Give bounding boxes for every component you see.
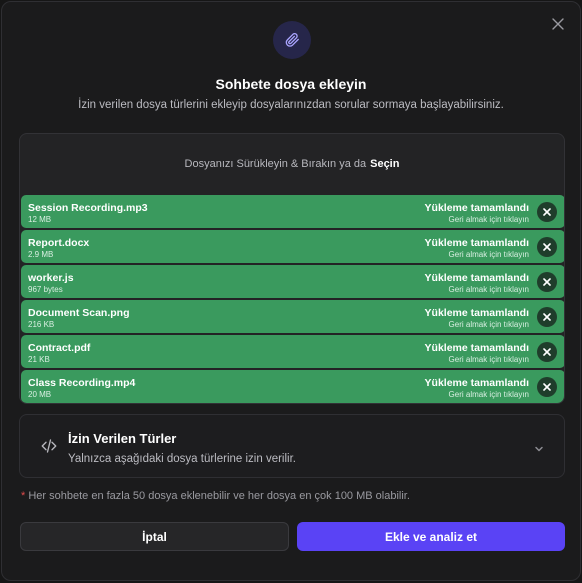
- allowed-types-title: İzin Verilen Türler: [68, 431, 177, 446]
- dialog-title: Sohbete dosya ekleyin: [215, 76, 367, 92]
- remove-file-button[interactable]: [537, 342, 557, 362]
- file-name: Class Recording.mp4: [28, 377, 136, 389]
- required-marker: *: [21, 490, 26, 502]
- allowed-types-description: Yalnızca aşağıdaki dosya türlerine izin …: [68, 453, 296, 465]
- file-list: Session Recording.mp3 12 MB Yükleme tama…: [21, 195, 564, 403]
- file-name: Contract.pdf: [28, 342, 91, 354]
- remove-file-button[interactable]: [537, 237, 557, 257]
- remove-file-button[interactable]: [537, 377, 557, 397]
- undo-link[interactable]: Geri almak için tıklayın: [449, 250, 529, 259]
- undo-link[interactable]: Geri almak için tıklayın: [449, 355, 529, 364]
- limits-note: * Her sohbete en fazla 50 dosya eklenebi…: [21, 490, 410, 502]
- file-row: worker.js 967 bytes Yükleme tamamlandı G…: [21, 265, 564, 298]
- upload-status: Yükleme tamamlandı: [424, 307, 529, 319]
- file-name: Session Recording.mp3: [28, 202, 148, 214]
- add-and-analyze-button[interactable]: Ekle ve analiz et: [297, 522, 565, 551]
- undo-link[interactable]: Geri almak için tıklayın: [449, 215, 529, 224]
- upload-dropzone[interactable]: Dosyanızı Sürükleyin & Bırakın ya da Seç…: [19, 133, 565, 404]
- code-icon: [40, 437, 58, 460]
- upload-status: Yükleme tamamlandı: [424, 237, 529, 249]
- undo-link[interactable]: Geri almak için tıklayın: [449, 320, 529, 329]
- file-size: 20 MB: [28, 390, 52, 399]
- close-icon: [543, 278, 551, 286]
- dialog-subtitle: İzin verilen dosya türlerini ekleyip dos…: [78, 99, 504, 111]
- file-size: 967 bytes: [28, 285, 63, 294]
- allowed-types-accordion[interactable]: İzin Verilen Türler Yalnızca aşağıdaki d…: [19, 414, 565, 478]
- file-row: Session Recording.mp3 12 MB Yükleme tama…: [21, 195, 564, 228]
- upload-status: Yükleme tamamlandı: [424, 272, 529, 284]
- chevron-down-icon: [534, 441, 544, 459]
- file-size: 2.9 MB: [28, 250, 54, 259]
- close-icon: [543, 313, 551, 321]
- remove-file-button[interactable]: [537, 272, 557, 292]
- close-icon: [552, 18, 564, 30]
- attach-files-dialog: Sohbete dosya ekleyin İzin verilen dosya…: [1, 1, 581, 581]
- close-icon: [543, 208, 551, 216]
- undo-link[interactable]: Geri almak için tıklayın: [449, 285, 529, 294]
- cancel-button[interactable]: İptal: [20, 522, 289, 551]
- remove-file-button[interactable]: [537, 202, 557, 222]
- browse-link[interactable]: Seçin: [370, 158, 399, 170]
- close-button[interactable]: [548, 14, 568, 34]
- file-name: worker.js: [28, 272, 74, 284]
- drop-area[interactable]: Dosyanızı Sürükleyin & Bırakın ya da Seç…: [20, 134, 564, 194]
- file-size: 216 KB: [28, 320, 55, 329]
- file-name: Report.docx: [28, 237, 90, 249]
- file-name: Document Scan.png: [28, 307, 130, 319]
- limits-note-text: Her sohbete en fazla 50 dosya eklenebili…: [28, 490, 410, 502]
- upload-status: Yükleme tamamlandı: [424, 202, 529, 214]
- close-icon: [543, 348, 551, 356]
- close-icon: [543, 243, 551, 251]
- file-row: Contract.pdf 21 KB Yükleme tamamlandı Ge…: [21, 335, 564, 368]
- undo-link[interactable]: Geri almak için tıklayın: [449, 390, 529, 399]
- file-row: Class Recording.mp4 20 MB Yükleme tamaml…: [21, 370, 564, 403]
- file-size: 21 KB: [28, 355, 50, 364]
- drop-prompt: Dosyanızı Sürükleyin & Bırakın ya da: [184, 158, 367, 170]
- remove-file-button[interactable]: [537, 307, 557, 327]
- close-icon: [543, 383, 551, 391]
- paperclip-icon: [273, 21, 311, 59]
- upload-status: Yükleme tamamlandı: [424, 377, 529, 389]
- file-row: Document Scan.png 216 KB Yükleme tamamla…: [21, 300, 564, 333]
- upload-status: Yükleme tamamlandı: [424, 342, 529, 354]
- file-row: Report.docx 2.9 MB Yükleme tamamlandı Ge…: [21, 230, 564, 263]
- file-size: 12 MB: [28, 215, 52, 224]
